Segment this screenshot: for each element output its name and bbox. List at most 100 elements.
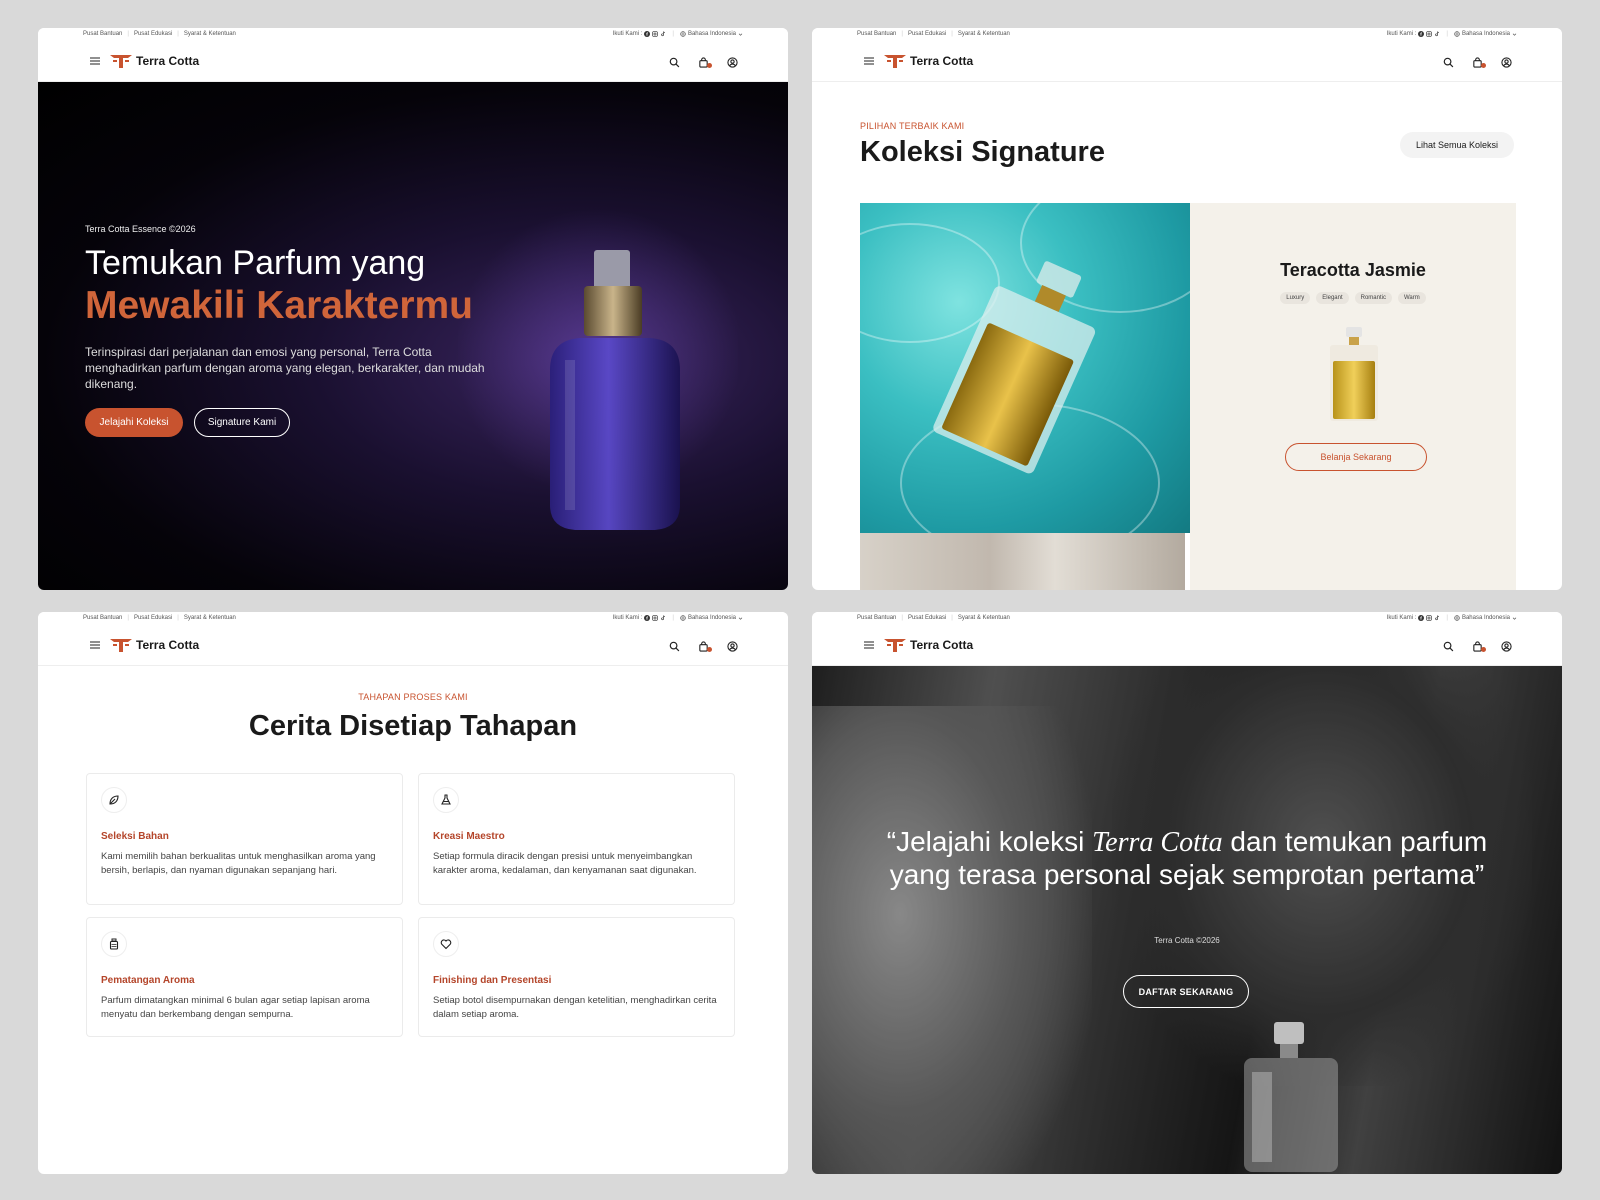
logo[interactable]: Terra Cotta	[110, 638, 199, 652]
utility-bar: Pusat Bantuan | Pusat Edukasi | Syarat & K…	[38, 612, 788, 626]
facebook-icon[interactable]	[644, 615, 651, 621]
user-icon[interactable]	[1501, 55, 1512, 68]
user-icon[interactable]	[1501, 639, 1512, 652]
instagram-icon[interactable]	[652, 31, 659, 37]
card-description: Setiap formula diracik dengan presisi un…	[433, 851, 697, 876]
education-link[interactable]: Pusat Edukasi	[908, 615, 946, 621]
hero-headline-line2: Mewakili Karaktermu	[85, 284, 474, 327]
tag-warm: Warm	[1397, 292, 1426, 304]
help-link[interactable]: Pusat Bantuan	[857, 31, 896, 37]
follow-label: Ikuti Kami :	[1386, 615, 1417, 621]
brand-name: Terra Cotta	[136, 54, 200, 68]
tiktok-icon[interactable]	[660, 615, 666, 621]
education-link[interactable]: Pusat Edukasi	[134, 31, 172, 37]
logo-icon	[110, 55, 132, 68]
social-links: Ikuti Kami :	[1387, 31, 1441, 37]
signature-button[interactable]: Signature Kami	[194, 408, 290, 437]
view-all-collections-button[interactable]: Lihat Semua Koleksi	[1400, 132, 1514, 158]
education-link[interactable]: Pusat Edukasi	[134, 615, 172, 621]
terms-link[interactable]: Syarat & Ketentuan	[184, 31, 236, 37]
product-tags: Luxury Elegant Romantic Warm	[1190, 292, 1516, 304]
search-icon[interactable]	[669, 55, 680, 68]
bag-icon[interactable]	[698, 639, 712, 652]
instagram-icon[interactable]	[652, 615, 659, 621]
social-links: Ikuti Kami :	[613, 615, 667, 621]
terms-link[interactable]: Syarat & Ketentuan	[958, 31, 1010, 37]
logo-icon	[884, 639, 906, 652]
process-card-finishing: Finishing dan Presentasi Setiap botol di…	[418, 917, 735, 1037]
bag-icon[interactable]	[1472, 55, 1486, 68]
menu-icon[interactable]	[90, 641, 100, 649]
tag-romantic: Romantic	[1354, 292, 1392, 304]
facebook-icon[interactable]	[1418, 615, 1425, 621]
bag-icon[interactable]	[1472, 639, 1486, 652]
language-selector[interactable]: Bahasa Indonesia	[1454, 31, 1517, 37]
user-icon[interactable]	[727, 55, 738, 68]
logo[interactable]: Terra Cotta	[884, 54, 973, 68]
card-description: Setiap botol disempurnakan dengan keteli…	[433, 995, 717, 1020]
cart-badge	[707, 647, 712, 652]
chevron-down-icon	[1512, 617, 1517, 620]
cart-badge	[1481, 63, 1486, 68]
tiktok-icon[interactable]	[1434, 615, 1440, 621]
quote-text-start: “Jelajahi koleksi	[886, 826, 1093, 857]
heart-icon	[433, 931, 459, 957]
register-now-button[interactable]: DAFTAR SEKARANG	[1123, 975, 1249, 1008]
cta-section: “Jelajahi koleksi Terra Cotta dan temuka…	[812, 666, 1562, 1174]
explore-collection-button[interactable]: Jelajahi Koleksi	[85, 408, 183, 437]
bag-icon[interactable]	[698, 55, 712, 68]
signature-eyebrow: PILIHAN TERBAIK KAMI	[860, 121, 965, 131]
main-nav: Terra Cotta	[38, 42, 788, 82]
logo[interactable]: Terra Cotta	[110, 54, 199, 68]
help-link[interactable]: Pusat Bantuan	[83, 31, 122, 37]
help-link[interactable]: Pusat Bantuan	[83, 615, 122, 621]
quote-brand: Terra Cotta	[1092, 827, 1223, 858]
shop-now-button[interactable]: Belanja Sekarang	[1285, 443, 1427, 471]
search-icon[interactable]	[669, 639, 680, 652]
globe-icon	[680, 615, 686, 621]
education-link[interactable]: Pusat Edukasi	[908, 31, 946, 37]
help-link[interactable]: Pusat Bantuan	[857, 615, 896, 621]
menu-icon[interactable]	[864, 641, 874, 649]
process-eyebrow: TAHAPAN PROSES KAMI	[358, 692, 468, 702]
search-icon[interactable]	[1443, 639, 1454, 652]
card-description: Kami memilih bahan berkualitas untuk men…	[101, 851, 376, 876]
hero-headline-line1: Temukan Parfum yang	[85, 244, 426, 282]
terms-link[interactable]: Syarat & Ketentuan	[184, 615, 236, 621]
instagram-icon[interactable]	[1426, 31, 1433, 37]
flask-icon	[433, 787, 459, 813]
tiktok-icon[interactable]	[1434, 31, 1440, 37]
language-selector[interactable]: Bahasa Indonesia	[1454, 615, 1517, 621]
product-hero-image	[860, 203, 1190, 533]
search-icon[interactable]	[1443, 55, 1454, 68]
facebook-icon[interactable]	[1418, 31, 1425, 37]
perfume-bottle-image	[1244, 1022, 1338, 1172]
instagram-icon[interactable]	[1426, 615, 1433, 621]
perfume-bottle-image	[550, 250, 680, 530]
card-title: Pematangan Aroma	[101, 975, 195, 986]
facebook-icon[interactable]	[644, 31, 651, 37]
cta-quote: “Jelajahi koleksi Terra Cotta dan temuka…	[872, 826, 1502, 891]
main-nav: Terra Cotta	[812, 42, 1562, 82]
logo-icon	[884, 55, 906, 68]
language-selector[interactable]: Bahasa Indonesia	[680, 31, 743, 37]
cart-badge	[1481, 647, 1486, 652]
tag-luxury: Luxury	[1280, 292, 1311, 304]
signature-screen: Pusat Bantuan | Pusat Edukasi | Syarat & K…	[812, 28, 1562, 590]
process-card-maturation: Pematangan Aroma Parfum dimatangkan mini…	[86, 917, 403, 1037]
menu-icon[interactable]	[864, 57, 874, 65]
bottle-icon	[101, 931, 127, 957]
social-links: Ikuti Kami :	[613, 31, 667, 37]
card-title: Kreasi Maestro	[433, 831, 505, 842]
hero-description: Terinspirasi dari perjalanan dan emosi y…	[85, 345, 485, 391]
menu-icon[interactable]	[90, 57, 100, 65]
user-icon[interactable]	[727, 639, 738, 652]
follow-label: Ikuti Kami :	[1386, 31, 1417, 37]
terms-link[interactable]: Syarat & Ketentuan	[958, 615, 1010, 621]
chevron-down-icon	[738, 617, 743, 620]
logo[interactable]: Terra Cotta	[884, 638, 973, 652]
process-card-creation: Kreasi Maestro Setiap formula diracik de…	[418, 773, 735, 905]
secondary-product-image	[860, 533, 1185, 590]
language-selector[interactable]: Bahasa Indonesia	[680, 615, 743, 621]
tiktok-icon[interactable]	[660, 31, 666, 37]
